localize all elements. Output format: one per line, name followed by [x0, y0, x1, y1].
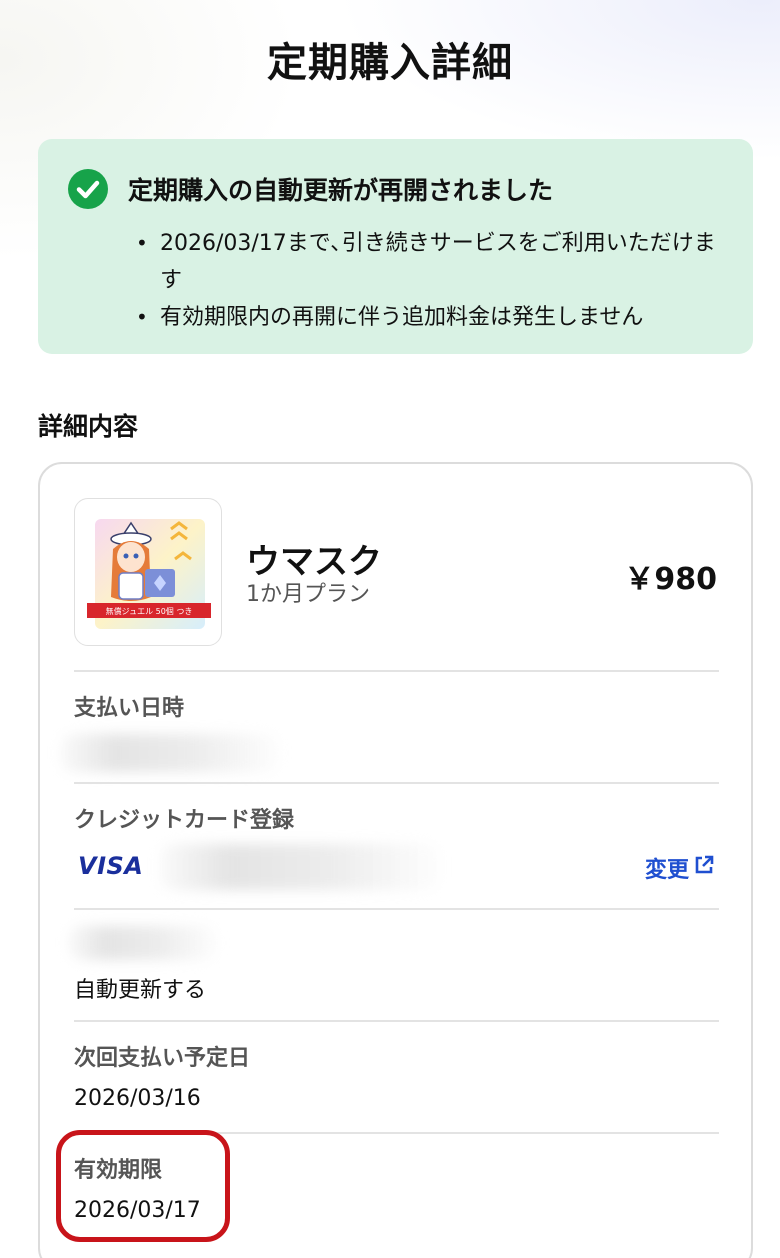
expiry-highlight — [56, 1130, 230, 1242]
change-card-link[interactable]: 変更 — [645, 852, 715, 884]
next-payment-value: 2026/03/16 — [74, 1086, 201, 1111]
change-link-label: 変更 — [644, 858, 689, 883]
thumbnail-caption: 無償ジュエル 50個 つき — [106, 606, 193, 616]
redacted-card-number — [160, 844, 440, 890]
product-thumbnail: 無償ジュエル 50個 つき — [74, 498, 222, 646]
redacted-payment-date — [60, 734, 280, 772]
divider — [74, 908, 719, 910]
banner-item: 2026/03/17まで､引き続きサービスをご利用いただけます — [136, 225, 736, 299]
banner-item: 有効期限内の再開に伴う追加料金は発生しません — [136, 299, 736, 336]
visa-logo: VISA — [78, 852, 144, 880]
redacted-renew-label — [68, 926, 218, 960]
success-banner: 定期購入の自動更新が再開されました 2026/03/17まで､引き続きサービスを… — [38, 139, 753, 354]
external-link-icon — [693, 854, 715, 882]
product-plan: 1か月プラン — [246, 582, 370, 607]
auto-renew-value: 自動更新する — [74, 978, 207, 1003]
payment-date-label: 支払い日時 — [74, 696, 185, 721]
product-price: ￥980 — [624, 562, 717, 597]
check-circle-icon — [68, 169, 108, 209]
next-payment-label: 次回支払い予定日 — [74, 1046, 251, 1071]
detail-card: 無償ジュエル 50個 つき ウマスク 1か月プラン ￥980 支払い日時 クレジ… — [38, 462, 753, 1258]
divider — [74, 782, 719, 784]
banner-title: 定期購入の自動更新が再開されました — [128, 176, 554, 205]
page-title: 定期購入詳細 — [267, 40, 513, 86]
section-heading: 詳細内容 — [38, 412, 139, 441]
banner-list: 2026/03/17まで､引き続きサービスをご利用いただけます 有効期限内の再開… — [136, 225, 736, 336]
divider — [74, 1020, 719, 1022]
divider — [74, 670, 719, 672]
credit-card-label: クレジットカード登録 — [74, 808, 295, 833]
